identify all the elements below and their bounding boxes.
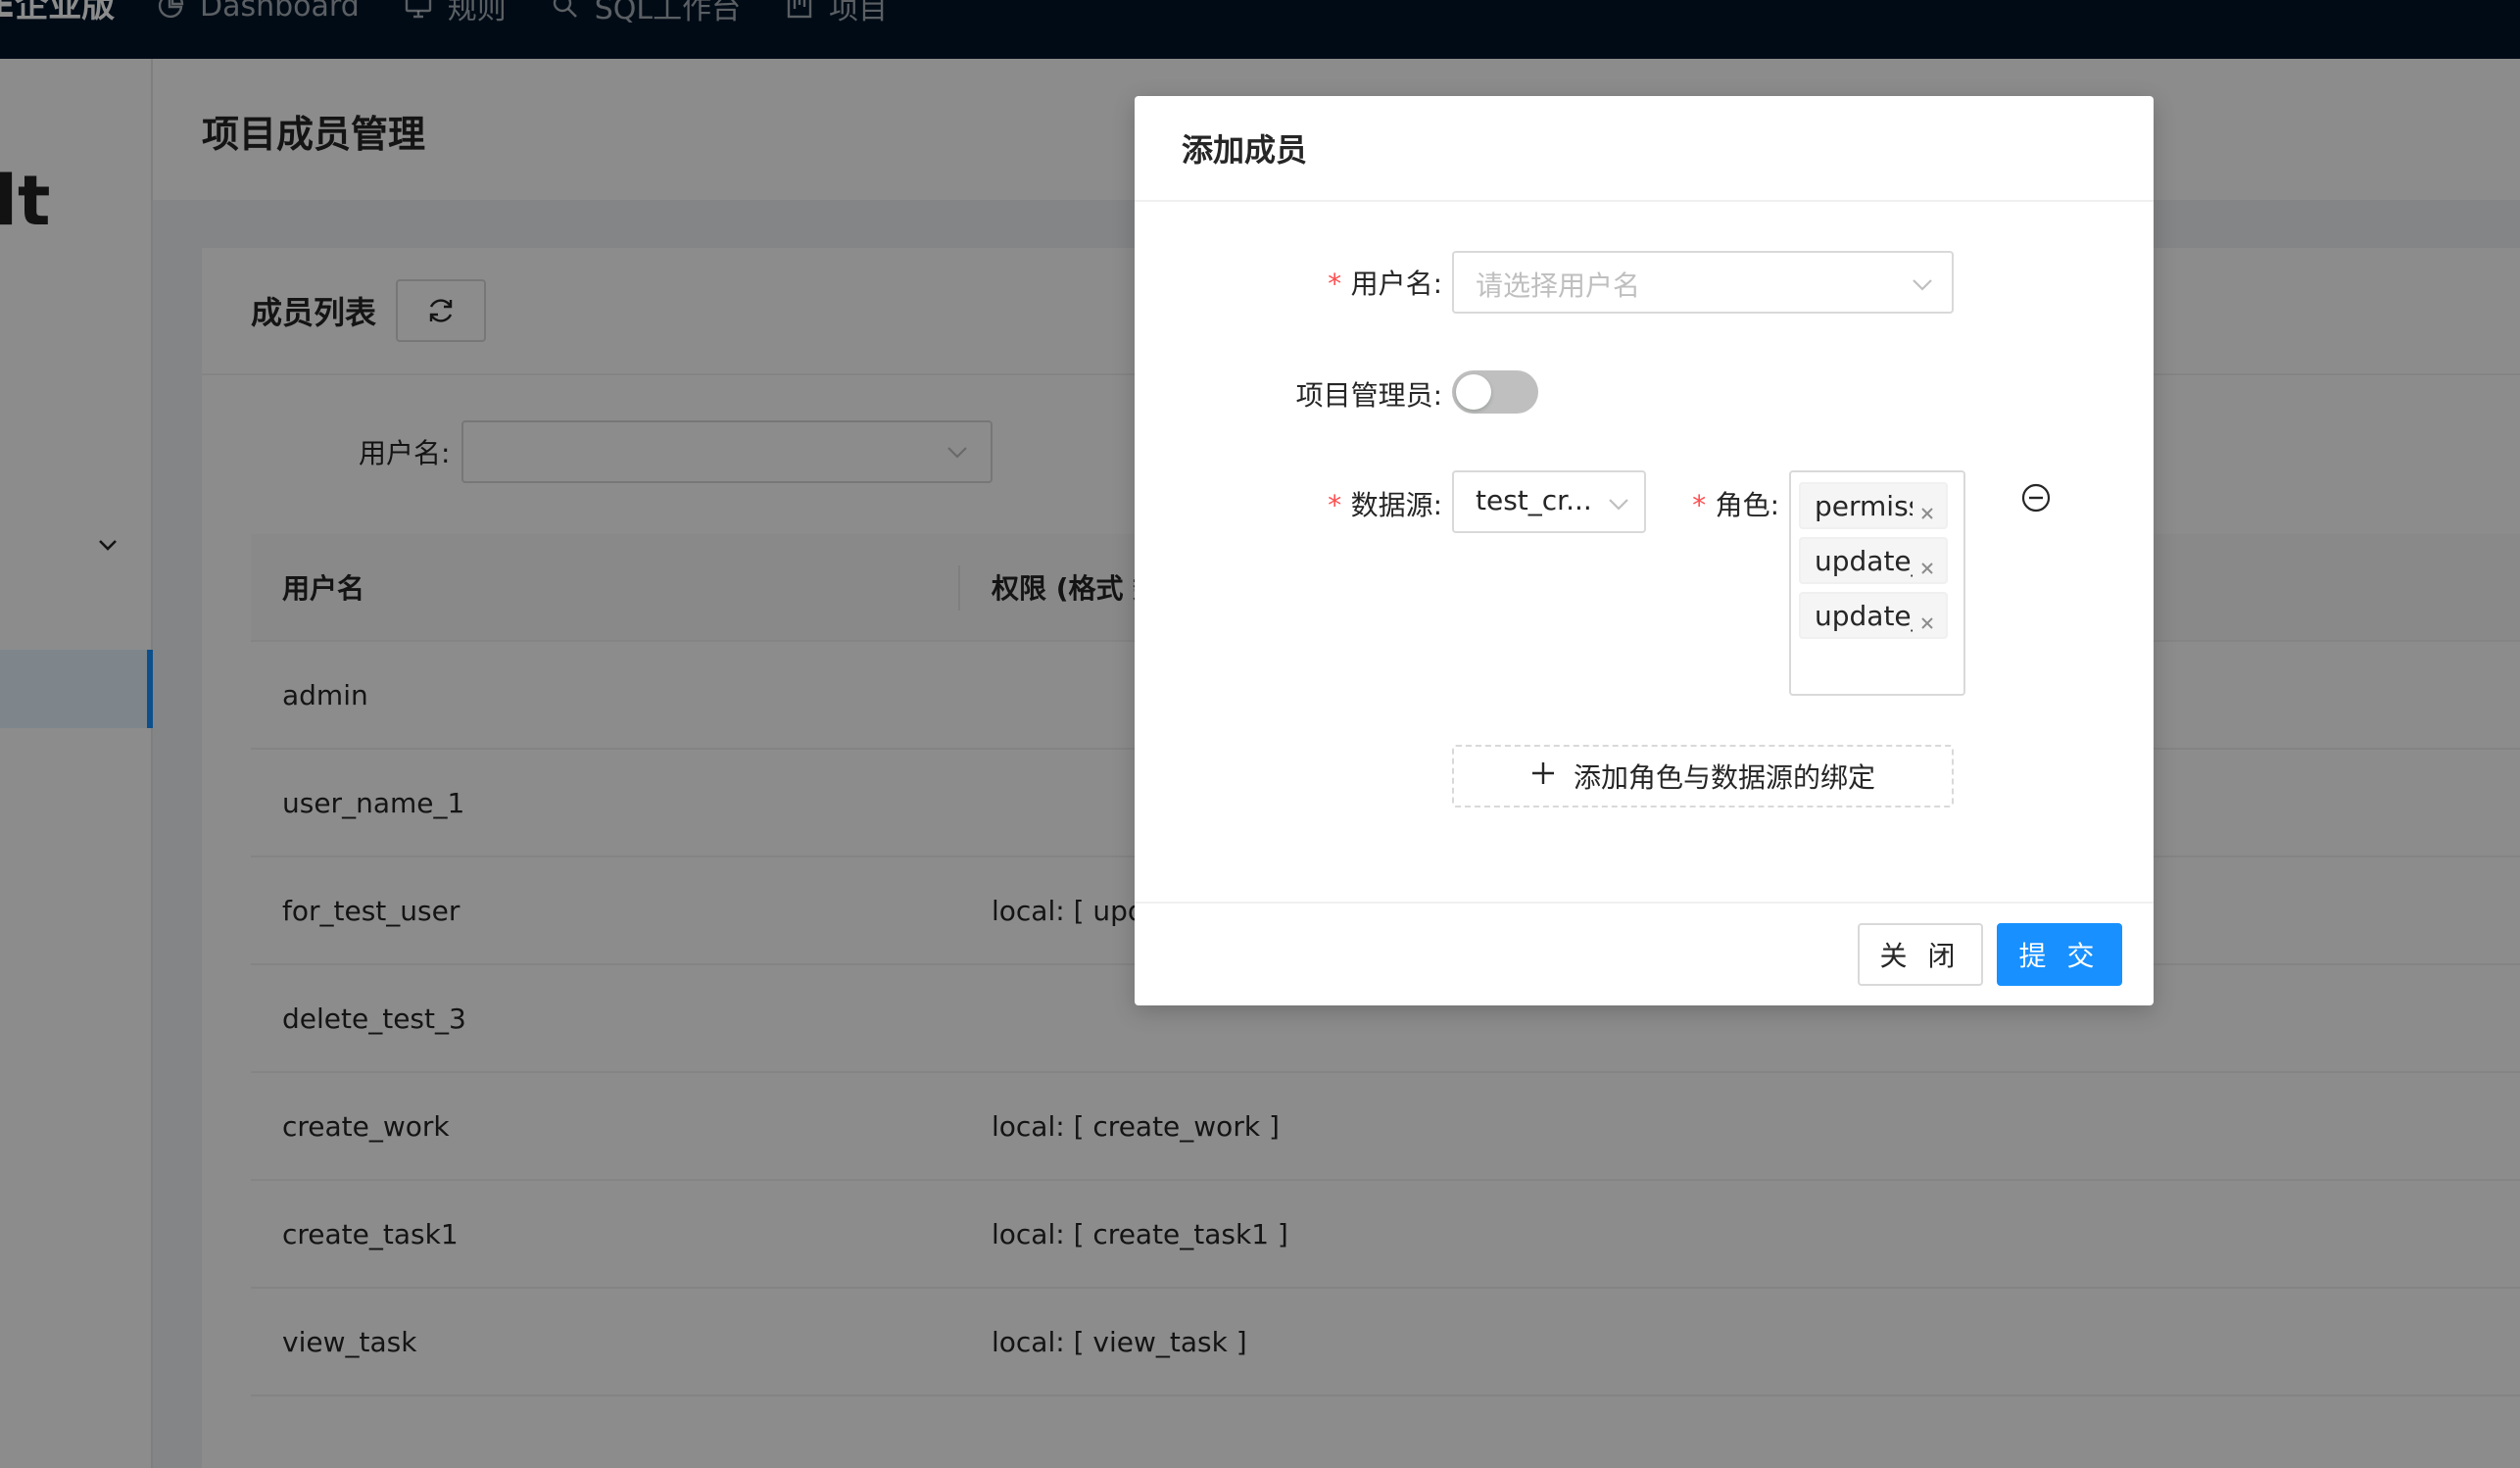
username-placeholder: 请选择用户名 [1476,269,1641,302]
project-admin-switch[interactable] [1452,370,1538,414]
chevron-down-icon [1911,270,1934,303]
required-mark: * [1690,489,1708,521]
close-button[interactable]: 关 闭 [1858,923,1983,986]
plus-icon [1530,760,1556,793]
role-tag-label: update_ [1815,544,1913,577]
close-icon[interactable] [1918,497,1936,527]
username-form-label: * 用户名: [1317,263,1442,302]
modal-footer: 关 闭 提 交 [1135,902,2154,1005]
admin-form-label: 项目管理员: [1295,379,1442,412]
chevron-down-icon [1607,490,1630,522]
datasource-value: test_cr... [1476,484,1592,516]
datasource-select[interactable]: test_cr... [1452,470,1646,533]
role-tag: permiss [1799,482,1948,529]
role-label-text: 角色: [1715,489,1779,521]
role-tag: update_ [1799,592,1948,639]
required-mark: * [1326,489,1343,521]
role-tag: update_ [1799,537,1948,584]
required-mark: * [1326,268,1343,300]
role-tag-label: permiss [1815,489,1913,522]
datasource-form-label: * 数据源: [1317,484,1442,523]
datasource-label-text: 数据源: [1350,489,1442,521]
submit-button[interactable]: 提 交 [1997,923,2122,986]
minus-circle-icon[interactable] [2020,482,2052,517]
role-multiselect[interactable]: permiss update_ update_ [1789,470,1965,696]
modal-title: 添加成员 [1135,96,2154,202]
add-member-modal: 添加成员 * 用户名: 请选择用户名 项目管理员: * 数据源: test_cr..… [1135,96,2154,1005]
role-form-label: * 角色: [1681,484,1779,523]
close-icon[interactable] [1918,552,1936,582]
add-binding-label: 添加角色与数据源的绑定 [1573,761,1875,794]
switch-knob [1456,374,1491,410]
close-icon[interactable] [1918,607,1936,637]
add-binding-button[interactable]: 添加角色与数据源的绑定 [1452,745,1954,807]
role-tag-label: update_ [1815,599,1913,632]
username-select[interactable]: 请选择用户名 [1452,251,1954,314]
username-label-text: 用户名: [1350,268,1442,300]
